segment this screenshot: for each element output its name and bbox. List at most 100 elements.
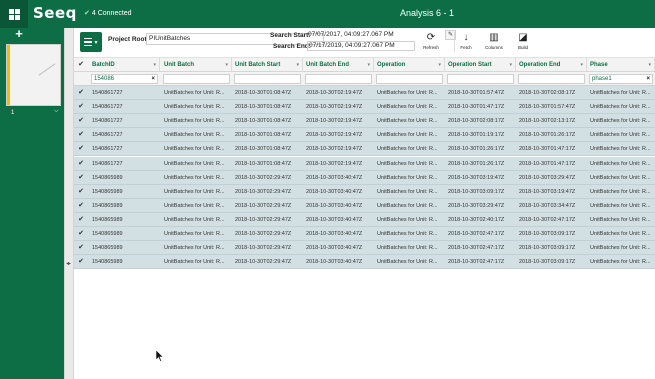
sort-caret-icon[interactable]: ▾ bbox=[648, 58, 651, 72]
apps-menu-button[interactable] bbox=[0, 0, 28, 28]
table-cell: 1540861727 bbox=[92, 118, 123, 125]
filter-input-unit-batch[interactable] bbox=[163, 74, 230, 84]
table-cell: 2018-10-30T02:29:47Z bbox=[235, 245, 292, 252]
column-header-unit-batch[interactable]: Unit Batch ▾ bbox=[162, 58, 232, 72]
table-cell: UnitBatches for Unit: R... bbox=[377, 259, 438, 266]
table-cell: 2018-10-30T01:26:17Z bbox=[448, 146, 505, 153]
column-header-unit-batch-start[interactable]: Unit Batch Start ▾ bbox=[233, 58, 303, 72]
worksheet-sidebar: + 1 ⌵ bbox=[0, 27, 64, 379]
table-cell: 2018-10-30T03:40:47Z bbox=[306, 188, 363, 195]
filter-input-operation[interactable] bbox=[376, 74, 443, 84]
table-row[interactable]: ✔ 1540865989 UnitBatches for Unit: R... 201… bbox=[74, 227, 655, 241]
table-row[interactable]: ✔ 1540861727 UnitBatches for Unit: R... 201… bbox=[74, 142, 655, 157]
table-row[interactable]: ✔ 1540861727 UnitBatches for Unit: R... 201… bbox=[74, 100, 655, 115]
build-label: Build bbox=[517, 45, 528, 50]
fetch-button[interactable]: ↓ Fetch bbox=[458, 31, 474, 55]
table-cell: 2018-10-30T02:29:47Z bbox=[235, 259, 292, 266]
search-end-input[interactable]: 07/17/2019, 04:09:27.067 PM bbox=[307, 41, 415, 51]
top-bar: Seeq ✔ 4 Connected Analysis 6 - 1 bbox=[0, 0, 655, 28]
sort-caret-icon[interactable]: ▾ bbox=[509, 58, 512, 72]
table-row[interactable]: ✔ 1540865989 UnitBatches for Unit: R... 201… bbox=[74, 198, 655, 213]
sort-caret-icon[interactable]: ▾ bbox=[296, 58, 299, 72]
table-cell: UnitBatches for Unit: R... bbox=[590, 174, 651, 181]
table-row[interactable]: ✔ 1540861727 UnitBatches for Unit: R... 201… bbox=[74, 86, 655, 100]
columns-button[interactable]: ▥ Columns bbox=[482, 31, 506, 55]
seeq-logo: Seeq bbox=[33, 4, 77, 22]
table-row[interactable]: ✔ 1540865989 UnitBatches for Unit: R... 201… bbox=[74, 212, 655, 227]
filter-input-unit-batch-end[interactable] bbox=[305, 74, 372, 84]
table-row[interactable]: ✔ 1540861727 UnitBatches for Unit: R... 201… bbox=[74, 156, 655, 171]
filter-input-batchid[interactable]: 154086 × bbox=[91, 74, 158, 84]
filter-input-operation-end[interactable] bbox=[518, 74, 585, 84]
panel-splitter[interactable]: ◂▸ bbox=[64, 28, 74, 379]
table-cell: UnitBatches for Unit: R... bbox=[590, 104, 651, 111]
view-toggle-button[interactable]: ▾ bbox=[80, 32, 102, 52]
table-cell: 2018-10-30T03:34:47Z bbox=[519, 202, 576, 209]
table-cell: 2018-10-30T03:40:47Z bbox=[306, 245, 363, 252]
checkmark-icon[interactable]: ✔ bbox=[74, 213, 88, 227]
search-start-input[interactable]: 07/07/2017, 04:09:27.067 PM bbox=[308, 31, 414, 41]
column-header-operation-start[interactable]: Operation Start ▾ bbox=[446, 58, 516, 72]
table-cell: UnitBatches for Unit: R... bbox=[164, 118, 225, 125]
checkmark-icon[interactable]: ✔ bbox=[74, 86, 88, 100]
checkmark-icon[interactable]: ✔ bbox=[74, 128, 88, 142]
column-header-operation[interactable]: Operation ▾ bbox=[375, 58, 445, 72]
collapse-arrows-icon[interactable]: ◂▸ bbox=[66, 260, 71, 267]
column-header-operation-end[interactable]: Operation End ▾ bbox=[517, 58, 587, 72]
analysis-title[interactable]: Analysis 6 - 1 bbox=[400, 8, 454, 18]
toolbar: ▾ Project Root: PIUnitBatches Search Sta… bbox=[74, 28, 655, 58]
column-header-phase[interactable]: Phase ▾ bbox=[588, 58, 655, 72]
table-row[interactable]: ✔ 1540865989 UnitBatches for Unit: R... 201… bbox=[74, 255, 655, 270]
table-row[interactable]: ✔ 1540861727 UnitBatches for Unit: R... 201… bbox=[74, 128, 655, 143]
checkmark-icon[interactable]: ✔ bbox=[74, 171, 88, 185]
refresh-label: Refresh bbox=[423, 45, 439, 50]
checkmark-icon[interactable]: ✔ bbox=[74, 199, 88, 213]
sort-caret-icon[interactable]: ▾ bbox=[580, 58, 583, 72]
sort-caret-icon[interactable]: ▾ bbox=[438, 58, 441, 72]
table-cell: 2018-10-30T03:40:47Z bbox=[306, 174, 363, 181]
table-cell: 2018-10-30T02:40:17Z bbox=[448, 216, 505, 223]
worksheet-thumbnail[interactable] bbox=[6, 44, 61, 106]
checkmark-icon[interactable]: ✔ bbox=[74, 185, 88, 199]
table-cell: 2018-10-30T03:19:47Z bbox=[519, 188, 576, 195]
table-cell: UnitBatches for Unit: R... bbox=[164, 90, 225, 96]
search-start-label: Search Start: bbox=[270, 32, 311, 39]
checkmark-icon[interactable]: ✔ bbox=[74, 157, 88, 171]
table-cell: UnitBatches for Unit: R... bbox=[590, 245, 651, 252]
checkmark-icon[interactable]: ✔ bbox=[74, 227, 88, 241]
sort-caret-icon[interactable]: ▾ bbox=[367, 58, 370, 72]
table-cell: 2018-10-30T02:47:17Z bbox=[448, 245, 505, 252]
checkmark-icon[interactable]: ✔ bbox=[74, 255, 88, 269]
table-cell: 2018-10-30T02:29:47Z bbox=[235, 174, 292, 181]
table-cell: 2018-10-30T03:09:17Z bbox=[448, 188, 505, 195]
sort-caret-icon[interactable]: ▾ bbox=[225, 58, 228, 72]
column-header-label: Operation bbox=[377, 62, 406, 68]
close-icon[interactable]: × bbox=[646, 75, 650, 83]
filter-input-unit-batch-start[interactable] bbox=[234, 74, 301, 84]
sort-caret-icon[interactable]: ▾ bbox=[153, 58, 156, 72]
plus-icon[interactable]: + bbox=[13, 27, 25, 40]
table-row[interactable]: ✔ 1540865989 UnitBatches for Unit: R... 201… bbox=[74, 184, 655, 199]
filter-input-operation-start[interactable] bbox=[447, 74, 514, 84]
filter-value: 154086 bbox=[94, 76, 115, 82]
table-cell: 1540861727 bbox=[92, 104, 123, 111]
table-row[interactable]: ✔ 1540861727 UnitBatches for Unit: R... 201… bbox=[74, 114, 655, 129]
table-row[interactable]: ✔ 1540865989 UnitBatches for Unit: R... 201… bbox=[74, 241, 655, 256]
table-empty-area bbox=[74, 300, 655, 379]
chevron-down-icon[interactable]: ⌵ bbox=[54, 108, 59, 115]
checkmark-icon[interactable]: ✔ bbox=[74, 241, 88, 255]
checkmark-icon[interactable]: ✔ bbox=[74, 142, 88, 156]
select-all-checkmark-icon[interactable]: ✔ bbox=[74, 58, 88, 72]
build-button[interactable]: ◪ Build bbox=[515, 31, 531, 55]
checkmark-icon[interactable]: ✔ bbox=[74, 114, 88, 128]
checkmark-icon[interactable]: ✔ bbox=[74, 100, 88, 114]
close-icon[interactable]: × bbox=[151, 75, 155, 83]
refresh-button[interactable]: ⟳ Refresh bbox=[423, 31, 439, 55]
table-row[interactable]: ✔ 1540865989 UnitBatches for Unit: R... 201… bbox=[74, 170, 655, 185]
table-cell: 1540861727 bbox=[92, 90, 123, 96]
table-cell: UnitBatches for Unit: R... bbox=[377, 90, 438, 96]
filter-input-phase[interactable]: phase1 × bbox=[589, 74, 653, 84]
column-header-unit-batch-end[interactable]: Unit Batch End ▾ bbox=[304, 58, 374, 72]
column-header-batchid[interactable]: BatchID ▾ bbox=[90, 58, 160, 72]
table-cell: 2018-10-30T01:08:47Z bbox=[235, 146, 292, 153]
